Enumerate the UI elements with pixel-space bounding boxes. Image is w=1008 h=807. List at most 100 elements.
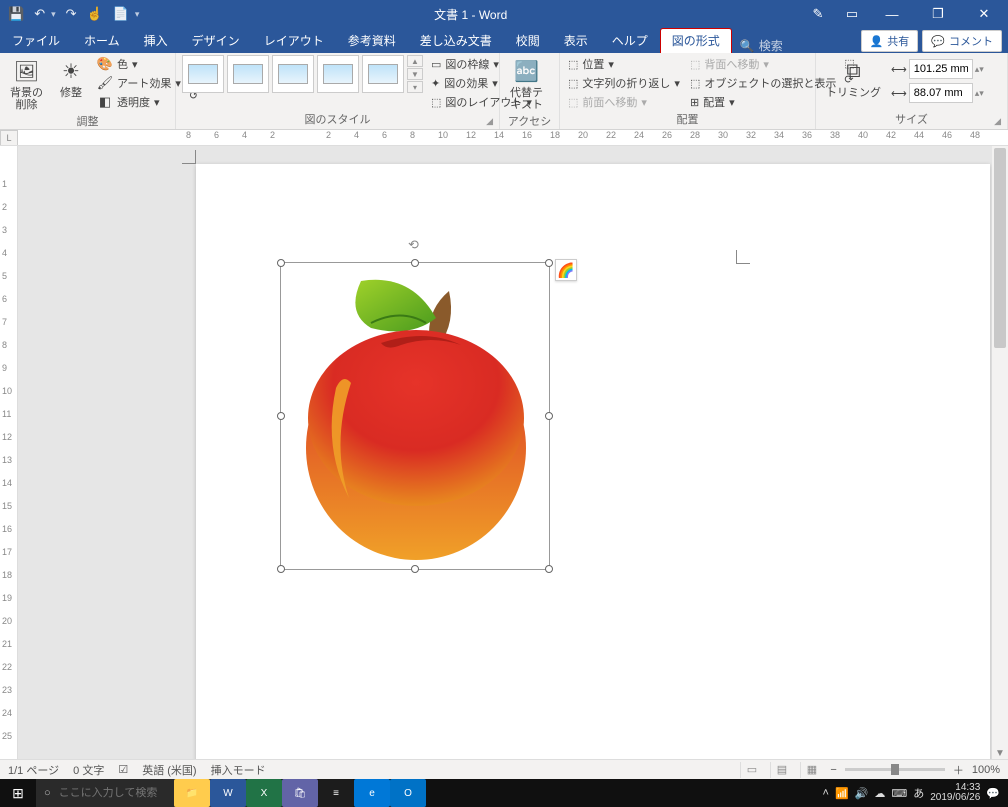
- gallery-down-icon[interactable]: ▼: [407, 68, 423, 80]
- action-center-icon[interactable]: 💬: [986, 787, 1000, 800]
- focus-view-button[interactable]: ▭: [740, 762, 762, 778]
- document-page[interactable]: ⟲ 🌈: [196, 164, 990, 761]
- gallery-more-icon[interactable]: ▾: [407, 81, 423, 93]
- tab-references[interactable]: 参考資料: [336, 28, 408, 53]
- start-button[interactable]: ⊞: [0, 779, 36, 807]
- undo-icon[interactable]: ↶: [34, 6, 45, 22]
- scroll-thumb[interactable]: [994, 148, 1006, 348]
- tell-me-search[interactable]: 🔍: [740, 39, 819, 53]
- tray-overflow-icon[interactable]: ˄: [823, 787, 829, 799]
- style-thumb[interactable]: [317, 55, 359, 93]
- touch-mode-icon[interactable]: ☝: [87, 6, 103, 22]
- crop-button[interactable]: ⧉ トリミング: [822, 55, 885, 101]
- taskbar-app-store[interactable]: 🛍: [282, 779, 318, 807]
- corrections-button[interactable]: ☀ 修整: [53, 55, 89, 101]
- resize-handle[interactable]: [411, 565, 419, 573]
- zoom-out-button[interactable]: −: [830, 764, 836, 776]
- style-thumb[interactable]: [182, 55, 224, 93]
- dialog-launcher-icon[interactable]: ◢: [994, 116, 1001, 127]
- tab-review[interactable]: 校閲: [504, 28, 552, 53]
- web-layout-button[interactable]: ▦: [800, 762, 822, 778]
- alt-text-icon: 🔤: [513, 57, 541, 85]
- qat-customize-icon[interactable]: ▾: [135, 9, 140, 20]
- taskbar-app-word[interactable]: W: [210, 779, 246, 807]
- remove-background-button[interactable]: 🖼 背景の 削除: [6, 55, 47, 113]
- save-icon[interactable]: 💾: [8, 6, 24, 22]
- simplify-ribbon-icon[interactable]: ✎: [802, 0, 834, 28]
- restore-button[interactable]: ❐: [916, 0, 960, 28]
- tab-picture-format[interactable]: 図の形式: [660, 28, 732, 53]
- qat-new-icon[interactable]: 📄: [113, 6, 129, 22]
- resize-handle[interactable]: [277, 412, 285, 420]
- horizontal-ruler[interactable]: L 86422468101214161820222426283032343638…: [0, 130, 1008, 146]
- tab-design[interactable]: デザイン: [180, 28, 252, 53]
- style-thumb[interactable]: [362, 55, 404, 93]
- tab-insert[interactable]: 挿入: [132, 28, 180, 53]
- resize-handle[interactable]: [545, 565, 553, 573]
- undo-dropdown-icon[interactable]: ▾: [51, 9, 56, 20]
- taskbar-app-edge[interactable]: e: [354, 779, 390, 807]
- language-status[interactable]: 英語 (米国): [142, 762, 196, 778]
- picture-styles-gallery[interactable]: ▲ ▼ ▾: [182, 55, 423, 93]
- tab-help[interactable]: ヘルプ: [600, 28, 660, 53]
- zoom-in-button[interactable]: ＋: [953, 762, 964, 778]
- margin-crop-mark: [736, 250, 750, 264]
- apple-picture[interactable]: [301, 273, 531, 563]
- vertical-scrollbar[interactable]: ▲ ▼: [992, 146, 1008, 761]
- vertical-ruler[interactable]: 1234567891011121314151617181920212223242…: [0, 146, 18, 761]
- wrap-text-button[interactable]: ⬚ 文字列の折り返し ▾: [566, 74, 682, 92]
- color-button[interactable]: 🎨色 ▾: [95, 55, 183, 73]
- resize-handle[interactable]: [277, 565, 285, 573]
- resize-handle[interactable]: [545, 259, 553, 267]
- insert-mode[interactable]: 挿入モード: [211, 762, 266, 778]
- tab-layout[interactable]: レイアウト: [252, 28, 336, 53]
- taskbar-app-folder[interactable]: 📁: [174, 779, 210, 807]
- onedrive-icon[interactable]: ☁: [874, 787, 885, 800]
- tab-file[interactable]: ファイル: [0, 28, 72, 53]
- close-button[interactable]: ✕: [962, 0, 1006, 28]
- redo-icon[interactable]: ↷: [66, 6, 77, 22]
- group-label: 配置: [566, 111, 809, 129]
- share-button[interactable]: 👤共有: [861, 30, 919, 52]
- layout-options-button[interactable]: 🌈: [555, 259, 577, 281]
- resize-handle[interactable]: [277, 259, 285, 267]
- position-button[interactable]: ⬚ 位置 ▾: [566, 55, 682, 73]
- print-layout-button[interactable]: ▤: [770, 762, 792, 778]
- bring-forward-button[interactable]: ⬚ 前面へ移動 ▾: [566, 93, 682, 111]
- taskbar-clock[interactable]: 14:33 2019/06/26: [930, 783, 980, 803]
- artistic-effects-button[interactable]: 🖌アート効果 ▾: [95, 74, 183, 92]
- picture-selection[interactable]: ⟲ 🌈: [280, 262, 550, 570]
- resize-handle[interactable]: [411, 259, 419, 267]
- tab-mailings[interactable]: 差し込み文書: [408, 28, 504, 53]
- ime-icon[interactable]: ⌨: [891, 787, 907, 800]
- style-thumb[interactable]: [227, 55, 269, 93]
- zoom-slider[interactable]: [845, 768, 945, 771]
- resize-handle[interactable]: [545, 412, 553, 420]
- ime-kana-icon[interactable]: あ: [913, 785, 924, 801]
- network-icon[interactable]: 📶: [835, 787, 849, 800]
- gallery-up-icon[interactable]: ▲: [407, 55, 423, 67]
- transparency-button[interactable]: ◧透明度 ▾: [95, 93, 183, 111]
- tab-view[interactable]: 表示: [552, 28, 600, 53]
- taskbar-app-music[interactable]: ≡: [318, 779, 354, 807]
- comments-button[interactable]: 💬コメント: [922, 30, 1002, 52]
- width-input[interactable]: [909, 83, 973, 103]
- cortana-icon[interactable]: ○: [44, 787, 51, 799]
- word-count[interactable]: 0 文字: [73, 762, 104, 778]
- dialog-launcher-icon[interactable]: ◢: [486, 116, 493, 127]
- page-count[interactable]: 1/1 ページ: [8, 762, 59, 778]
- style-thumb[interactable]: [272, 55, 314, 93]
- spellcheck-icon[interactable]: ☑: [118, 763, 128, 776]
- zoom-slider-knob[interactable]: [891, 764, 899, 775]
- taskbar-app-outlook[interactable]: O: [390, 779, 426, 807]
- taskbar-app-excel[interactable]: X: [246, 779, 282, 807]
- tab-home[interactable]: ホーム: [72, 28, 132, 53]
- rotate-handle-icon[interactable]: ⟲: [408, 237, 422, 251]
- height-input[interactable]: [909, 59, 973, 79]
- volume-icon[interactable]: 🔊: [855, 787, 869, 800]
- search-input[interactable]: [759, 39, 819, 53]
- zoom-level[interactable]: 100%: [972, 764, 1000, 776]
- minimize-button[interactable]: —: [870, 0, 914, 28]
- ribbon-display-icon[interactable]: ▭: [836, 0, 868, 28]
- alt-text-button[interactable]: 🔤 代替テ キスト: [506, 55, 547, 113]
